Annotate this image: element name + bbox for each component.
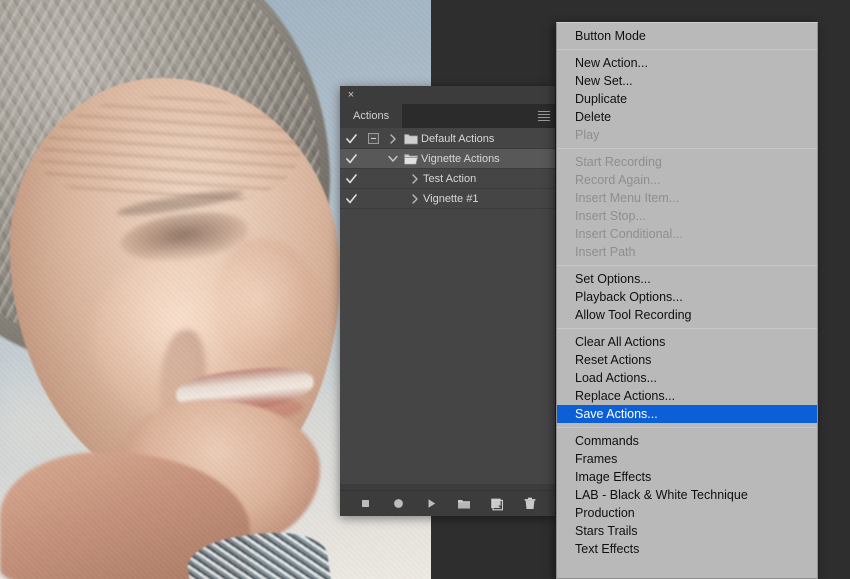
panel-titlebar: × — [340, 86, 555, 104]
actions-panel: × Actions Default Actions Vignette Action… — [340, 86, 555, 516]
menu-separator — [557, 328, 817, 329]
action-row[interactable]: Default Actions — [340, 129, 555, 149]
menu-item: Start Recording — [575, 155, 662, 169]
menu-separator — [557, 265, 817, 266]
delete-icon[interactable] — [522, 496, 538, 512]
menu-item[interactable]: Set Options... — [557, 270, 817, 288]
menu-item[interactable]: Delete — [557, 108, 817, 126]
menu-separator — [557, 427, 817, 428]
close-icon[interactable]: × — [345, 89, 357, 101]
menu-item[interactable]: Duplicate — [557, 90, 817, 108]
menu-item[interactable]: Image Effects — [557, 468, 817, 486]
panel-tab-strip: Actions — [340, 104, 555, 128]
menu-item[interactable]: LAB - Black & White Technique — [557, 486, 817, 504]
menu-item: Insert Path — [575, 245, 636, 259]
dialog-toggle-icon[interactable] — [362, 133, 384, 144]
tab-actions[interactable]: Actions — [340, 104, 403, 128]
menu-item[interactable]: New Set... — [557, 72, 817, 90]
menu-item: Insert Stop... — [575, 209, 646, 223]
actions-panel-flyout-menu: Button Mode New Action... New Set... Duplic… — [556, 22, 818, 579]
action-row-label: Vignette Actions — [421, 152, 500, 165]
action-row-content: Default Actions — [384, 132, 494, 146]
menu-item: Insert Conditional... — [575, 227, 683, 241]
action-row-label: Default Actions — [421, 132, 495, 145]
menu-item[interactable]: Playback Options... — [557, 288, 817, 306]
action-row-content: Vignette #1 — [406, 193, 478, 205]
action-checkbox[interactable] — [340, 133, 362, 144]
record-icon[interactable] — [390, 496, 406, 512]
action-row[interactable]: Test Action — [340, 169, 555, 189]
stop-icon[interactable] — [357, 496, 373, 512]
menu-item[interactable]: Reset Actions — [557, 351, 817, 369]
menu-separator — [557, 49, 817, 50]
menu-item[interactable]: Frames — [557, 450, 817, 468]
menu-item: Play — [575, 128, 600, 142]
menu-item[interactable]: Text Effects — [557, 540, 817, 558]
menu-item[interactable]: Replace Actions... — [557, 387, 817, 405]
actions-list-empty-area — [340, 209, 555, 484]
folder-icon — [401, 132, 421, 146]
action-checkbox[interactable] — [340, 193, 362, 204]
menu-item[interactable]: New Action... — [557, 54, 817, 72]
actions-panel-footer — [340, 490, 555, 516]
chevron-right-icon[interactable] — [406, 193, 423, 204]
chevron-down-icon[interactable] — [384, 154, 401, 163]
play-icon[interactable] — [423, 496, 439, 512]
menu-item[interactable]: Stars Trails — [557, 522, 817, 540]
actions-list: Default Actions Vignette Actions Test Acti… — [340, 128, 555, 209]
action-row-content: Vignette Actions — [384, 152, 500, 166]
folder-open-icon — [401, 152, 421, 166]
new-set-icon[interactable] — [456, 496, 472, 512]
menu-item[interactable]: Clear All Actions — [557, 333, 817, 351]
panel-menu-icon[interactable] — [538, 111, 550, 121]
action-checkbox[interactable] — [340, 173, 362, 184]
action-row-label: Vignette #1 — [423, 192, 479, 205]
menu-item[interactable]: Button Mode — [557, 27, 817, 45]
panel-tab-empty-area — [402, 104, 555, 128]
action-row-label: Test Action — [423, 172, 477, 185]
menu-separator — [557, 148, 817, 149]
action-row[interactable]: Vignette #1 — [340, 189, 555, 209]
new-action-icon[interactable] — [489, 496, 505, 512]
chevron-right-icon[interactable] — [406, 173, 423, 184]
menu-item[interactable]: Commands — [557, 432, 817, 450]
menu-item[interactable]: Save Actions... — [557, 405, 817, 423]
menu-item: Record Again... — [575, 173, 661, 187]
menu-item[interactable]: Load Actions... — [557, 369, 817, 387]
menu-item[interactable]: Production — [557, 504, 817, 522]
photoshop-window: × Actions Default Actions Vignette Action… — [0, 0, 850, 579]
action-checkbox[interactable] — [340, 153, 362, 164]
menu-item: Insert Menu Item... — [575, 191, 680, 205]
action-row-content: Test Action — [406, 173, 476, 185]
action-row[interactable]: Vignette Actions — [340, 149, 555, 169]
menu-item[interactable]: Allow Tool Recording — [557, 306, 817, 324]
chevron-right-icon[interactable] — [384, 133, 401, 144]
